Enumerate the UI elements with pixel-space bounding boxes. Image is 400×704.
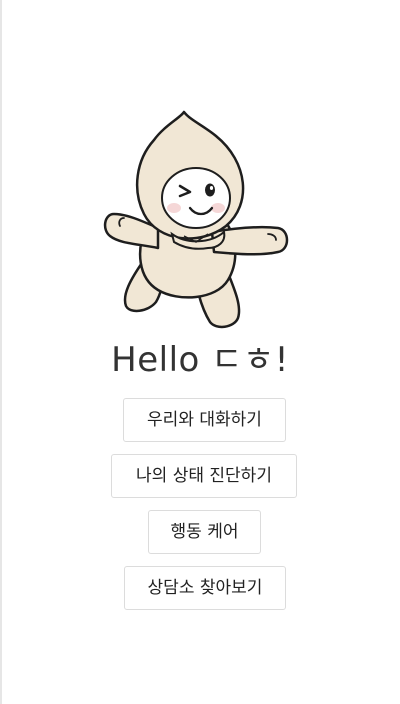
greeting-title: Hello ㄷㅎ! — [111, 340, 289, 380]
self-diagnosis-button[interactable]: 나의 상태 진단하기 — [111, 454, 297, 498]
behavior-care-button[interactable]: 행동 케어 — [148, 510, 261, 554]
find-counseling-center-button[interactable]: 상담소 찾아보기 — [124, 566, 286, 610]
mascot-character-icon — [103, 110, 289, 329]
chat-with-us-button[interactable]: 우리와 대화하기 — [123, 398, 286, 442]
